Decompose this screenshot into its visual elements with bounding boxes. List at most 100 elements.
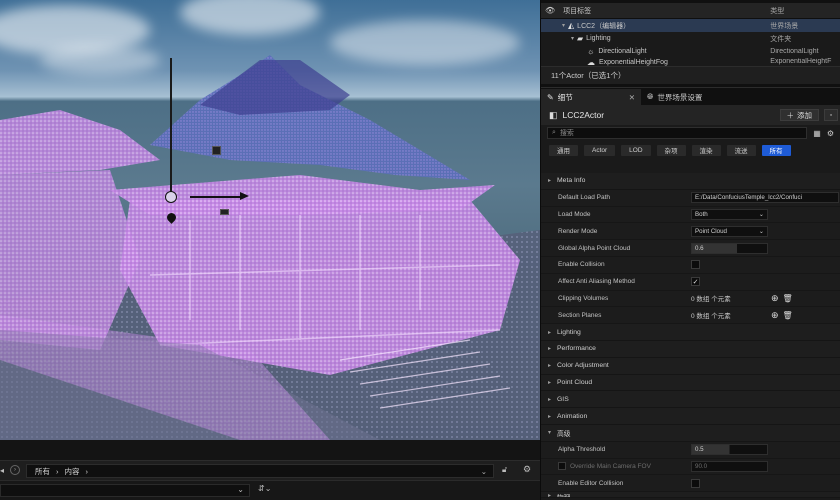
outliner-item-label: DirectionalLight	[598, 48, 647, 55]
light-sprite-icon	[220, 209, 229, 215]
add-element-icon[interactable]: ⊕	[771, 293, 779, 304]
dropdown-value: Point Cloud	[695, 227, 727, 235]
outliner-row-lighting-folder[interactable]: ▾ ▰ Lighting 文件夹	[541, 32, 840, 45]
checkmark-icon: ✓	[692, 278, 699, 286]
gizmo-pivot-icon[interactable]	[165, 191, 177, 203]
prop-render-mode: Render Mode Point Cloud ⌄	[541, 223, 840, 241]
filter-streaming[interactable]: 流送	[726, 144, 756, 156]
actor-sprite-icon	[212, 146, 221, 155]
sort-icon[interactable]: ⇵⌄	[258, 484, 271, 493]
render-mode-dropdown[interactable]: Point Cloud ⌄	[691, 225, 768, 237]
expand-arrow-icon: ▸	[548, 493, 552, 499]
category-physics[interactable]: ▸ 物理	[541, 492, 840, 499]
breadcrumb-item-all[interactable]: 所有	[35, 466, 50, 477]
add-element-icon[interactable]: ⊕	[771, 310, 779, 321]
override-fov-input[interactable]: 90.0	[691, 460, 768, 472]
actor-name-field[interactable]: LCC2Actor	[563, 110, 605, 120]
global-alpha-slider[interactable]: 0.6	[691, 242, 768, 254]
tab-label: 世界场景设置	[657, 92, 703, 102]
outliner-col-type[interactable]: 类型	[770, 6, 840, 16]
prop-override-fov: Override Main Camera FOV 90.0	[541, 458, 840, 476]
settings-gear-icon[interactable]: ⚙	[523, 464, 531, 475]
prop-clipping-volumes: Clipping Volumes 0 数组 个元素 ⊕ 🗑︎	[541, 290, 840, 308]
load-mode-dropdown[interactable]: Both ⌄	[691, 208, 768, 220]
eye-icon[interactable]: 👁︎	[545, 6, 555, 15]
filter-general[interactable]: 通用	[549, 144, 578, 156]
category-performance[interactable]: ▸ Performance	[541, 340, 840, 358]
chevron-down-icon: ⌄	[758, 210, 764, 218]
category-animation[interactable]: ▸ Animation	[541, 408, 840, 425]
chevron-down-icon: ⌄	[758, 227, 764, 235]
collapse-arrow-icon: ▾	[548, 430, 552, 437]
dropdown-value: Both	[695, 210, 708, 218]
asset-filter-combo[interactable]: ⌄	[0, 484, 250, 497]
sun-icon: ☼	[587, 47, 595, 56]
prop-label: Load Mode	[558, 210, 591, 218]
trash-icon[interactable]: 🗑︎	[783, 311, 793, 320]
category-label: Animation	[557, 412, 588, 420]
details-property-list: ▸ Meta Info Default Load Path E:/Data/Con…	[541, 173, 840, 499]
prop-label: Section Planes	[558, 311, 602, 319]
trash-icon[interactable]: 🗑︎	[783, 294, 793, 303]
category-label: 物理	[557, 492, 571, 497]
outliner-row-world[interactable]: ▾ ◭ LCC2（编辑器） 世界场景	[541, 19, 840, 32]
category-meta-info[interactable]: ▸ Meta Info	[541, 173, 840, 190]
category-gis[interactable]: ▸ GIS	[541, 391, 840, 409]
category-color-adjustment[interactable]: ▸ Color Adjustment	[541, 357, 840, 375]
outliner-item-type: ExponentialHeightF	[770, 58, 832, 65]
outliner-item-type: 世界场景	[770, 22, 799, 30]
tab-label: 细节	[557, 92, 573, 102]
level-viewport[interactable]	[0, 0, 540, 440]
outliner-item-label: Lighting	[586, 35, 611, 42]
category-label: Color Adjustment	[557, 362, 609, 370]
affect-aa-checkbox[interactable]: ✓	[691, 277, 700, 287]
chevron-down-icon[interactable]: ⌄	[481, 467, 487, 476]
filter-lod[interactable]: LOD	[621, 144, 651, 156]
filter-actor[interactable]: Actor	[584, 144, 616, 156]
gizmo-x-arrow-icon[interactable]	[240, 192, 249, 200]
details-filter-bar: 通用 Actor LOD 杂项 渲染 流送 所有	[541, 141, 840, 159]
prop-default-load-path: Default Load Path E:/Data/ConfuciusTempl…	[541, 189, 840, 207]
tab-world-settings[interactable]: 🌐︎ 世界场景设置	[641, 89, 708, 105]
blueprint-icon[interactable]: ▫	[824, 109, 838, 121]
close-icon[interactable]: ✕	[629, 93, 635, 102]
outliner-row-height-fog[interactable]: ☁ ExponentialHeightFog ExponentialHeight…	[541, 58, 840, 66]
tab-details[interactable]: ✎ 细节 ✕	[541, 89, 641, 105]
outliner-col-label[interactable]: 项目标签	[563, 6, 591, 16]
lock-icon[interactable]: 🔓︎	[502, 465, 507, 475]
details-tabbar: ✎ 细节 ✕ 🌐︎ 世界场景设置	[541, 87, 840, 105]
outliner-row-directional-light[interactable]: ☼ DirectionalLight DirectionalLight	[541, 45, 840, 58]
filter-rendering[interactable]: 渲染	[691, 144, 721, 156]
actor-icon: ◧	[549, 109, 558, 120]
filter-misc[interactable]: 杂项	[656, 144, 686, 156]
alpha-threshold-slider[interactable]: 0.5	[691, 444, 768, 456]
gizmo-z-axis[interactable]	[170, 58, 172, 198]
outliner-status: 11个Actor（已选1个）	[541, 66, 840, 84]
filter-all[interactable]: 所有	[761, 144, 791, 156]
enable-editor-collision-checkbox[interactable]	[691, 478, 700, 488]
prop-label: Affect Anti Aliasing Method	[558, 278, 635, 286]
override-fov-checkbox[interactable]	[558, 462, 566, 471]
outliner-header: 👁︎ 项目标签 类型	[541, 3, 840, 19]
history-forward-icon[interactable]: ›	[10, 465, 20, 475]
category-label: Performance	[557, 345, 596, 353]
add-component-button[interactable]: ＋ 添加	[779, 109, 819, 121]
outliner-item-label: ExponentialHeightFog	[599, 59, 668, 66]
outliner-item-type: DirectionalLight	[770, 48, 819, 55]
details-search-input[interactable]: ⌕ 搜索	[547, 127, 808, 139]
expand-arrow-icon[interactable]: ▾	[562, 22, 565, 29]
gizmo-x-axis[interactable]	[190, 196, 242, 198]
array-count: 0 数组 个元素	[691, 313, 731, 321]
history-back-icon[interactable]: ◂	[0, 466, 4, 475]
category-label: 高级	[557, 430, 571, 438]
enable-collision-checkbox[interactable]	[691, 260, 700, 270]
expand-arrow-icon: ▸	[548, 329, 552, 336]
category-point-cloud[interactable]: ▸ Point Cloud	[541, 374, 840, 392]
expand-arrow-icon[interactable]: ▾	[571, 35, 574, 42]
breadcrumb-item-content[interactable]: 内容	[65, 466, 80, 477]
category-advanced[interactable]: ▾ 高级	[541, 424, 840, 442]
settings-gear-icon[interactable]: ⚙	[827, 129, 834, 138]
default-load-path-input[interactable]: E:/Data/ConfuciusTemple_lcc2/Confuci	[691, 192, 839, 204]
table-view-icon[interactable]: ▦	[813, 129, 821, 138]
category-lighting[interactable]: ▸ Lighting	[541, 324, 840, 341]
